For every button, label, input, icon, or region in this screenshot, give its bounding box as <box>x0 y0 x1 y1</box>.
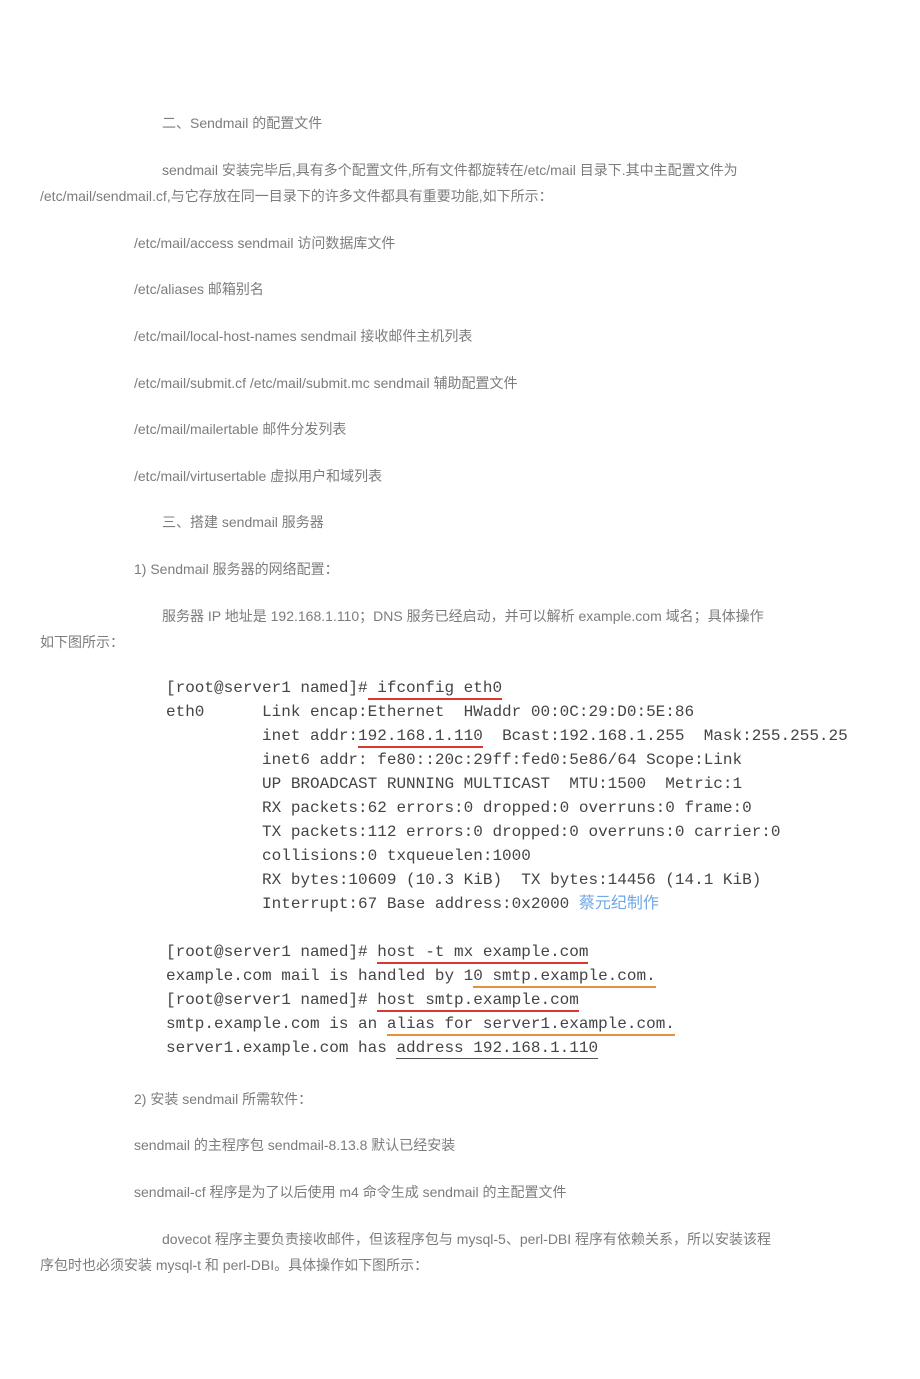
cmd-host-mx: host -t mx example.com <box>377 943 588 964</box>
section-heading-3: 三、搭建 sendmail 服务器 <box>40 509 880 536</box>
config-item-submit: /etc/mail/submit.cf /etc/mail/submit.mc … <box>40 370 880 397</box>
cmd-host-smtp: host smtp.example.com <box>377 991 579 1012</box>
config-item-aliases: /etc/aliases 邮箱别名 <box>40 276 880 303</box>
host-alias-b: alias for server1.example.com. <box>387 1015 675 1036</box>
prompt-3: [root@server1 named]# <box>166 991 377 1009</box>
config-item-mailertable: /etc/mail/mailertable 邮件分发列表 <box>40 416 880 443</box>
config-item-access: /etc/mail/access sendmail 访问数据库文件 <box>40 230 880 257</box>
ifconfig-line-6: RX packets:62 errors:0 dropped:0 overrun… <box>166 799 752 817</box>
host-addr-a: server1.example.com has <box>166 1039 396 1057</box>
network-desc-line-2: 如下图所示： <box>40 629 880 656</box>
ifconfig-line-7: TX packets:112 errors:0 dropped:0 overru… <box>166 823 781 841</box>
cmd-ifconfig: ifconfig eth0 <box>368 679 502 700</box>
prompt-1: [root@server1 named]# <box>166 679 368 697</box>
host-addr-b: address 192.168.1.110 <box>396 1039 598 1059</box>
intro-line-1: sendmail 安装完毕后,具有多个配置文件,所有文件都旋转在/etc/mai… <box>40 157 880 184</box>
ifconfig-line-8: collisions:0 txqueuelen:1000 <box>166 847 531 865</box>
ifconfig-line-10a: Interrupt:67 Base address:0x2000 <box>166 895 579 913</box>
config-item-localhost: /etc/mail/local-host-names sendmail 接收邮件… <box>40 323 880 350</box>
host-alias-a: smtp.example.com is an <box>166 1015 387 1033</box>
pkg-sendmail: sendmail 的主程序包 sendmail-8.13.8 默认已经安装 <box>40 1132 880 1159</box>
ifconfig-line-9: RX bytes:10609 (10.3 KiB) TX bytes:14456… <box>166 871 761 889</box>
step-2-title: 2) 安装 sendmail 所需软件： <box>40 1086 880 1113</box>
ifconfig-line-5: UP BROADCAST RUNNING MULTICAST MTU:1500 … <box>166 775 742 793</box>
ifconfig-line-2: eth0 Link encap:Ethernet HWaddr 00:0C:29… <box>166 703 694 721</box>
ifconfig-line-4: inet6 addr: fe80::20c:29ff:fed0:5e86/64 … <box>166 751 742 769</box>
dovecot-line-2: 序包时也必须安装 mysql-t 和 perl-DBI。具体操作如下图所示： <box>40 1252 880 1279</box>
watermark-text: 蔡元纪制作 <box>579 895 659 913</box>
ifconfig-line-3c: Bcast:192.168.1.255 Mask:255.255.25 <box>483 727 848 745</box>
intro-line-2: /etc/mail/sendmail.cf,与它存放在同一目录下的许多文件都具有… <box>40 183 880 210</box>
document-body: 二、Sendmail 的配置文件 sendmail 安装完毕后,具有多个配置文件… <box>0 0 920 1379</box>
config-item-virtusertable: /etc/mail/virtusertable 虚拟用户和域列表 <box>40 463 880 490</box>
step-1-title: 1) Sendmail 服务器的网络配置： <box>40 556 880 583</box>
host-mx-out-b: 0 smtp.example.com. <box>473 967 655 988</box>
terminal-output: [root@server1 named]# ifconfig eth0 eth0… <box>166 676 880 1060</box>
network-desc-line-1: 服务器 IP 地址是 192.168.1.110；DNS 服务已经启动，并可以解… <box>40 603 880 630</box>
section-heading-2: 二、Sendmail 的配置文件 <box>40 110 880 137</box>
pkg-sendmail-cf: sendmail-cf 程序是为了以后使用 m4 命令生成 sendmail 的… <box>40 1179 880 1206</box>
ip-address: 192.168.1.110 <box>358 727 483 748</box>
ifconfig-line-3a: inet addr: <box>166 727 358 745</box>
dovecot-line-1: dovecot 程序主要负责接收邮件，但该程序包与 mysql-5、perl-D… <box>40 1226 880 1253</box>
host-mx-out-a: example.com mail is handled by 1 <box>166 967 473 985</box>
prompt-2: [root@server1 named]# <box>166 943 377 961</box>
